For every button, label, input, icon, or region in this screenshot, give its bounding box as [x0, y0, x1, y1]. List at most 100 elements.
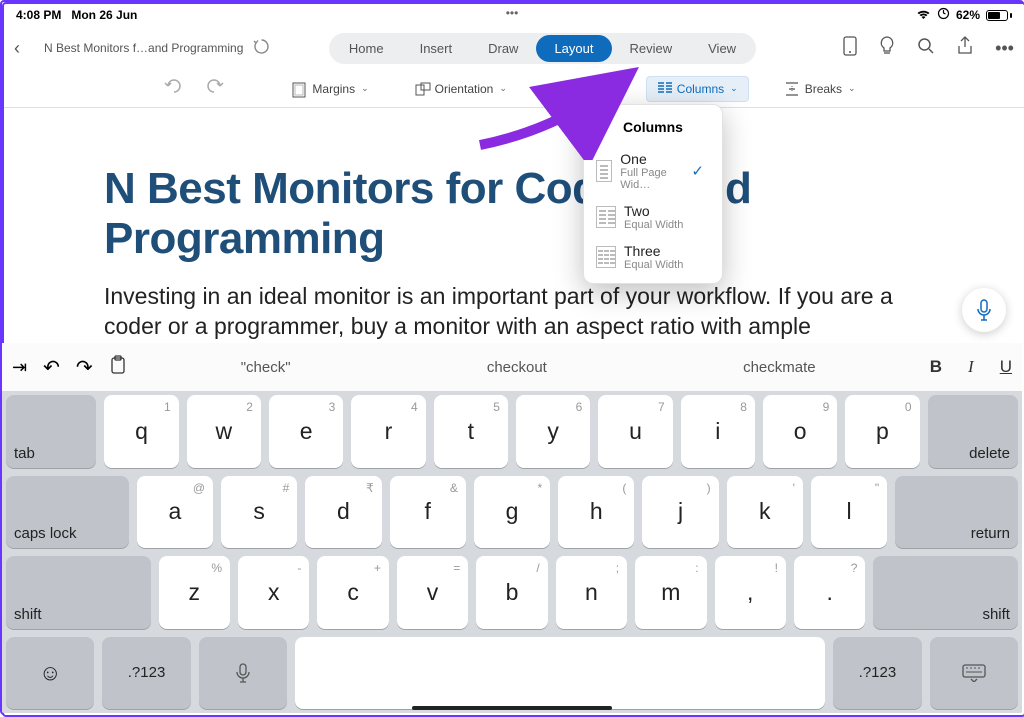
key-y[interactable]: y6 [516, 395, 590, 468]
key-,[interactable]: ,! [715, 556, 786, 629]
key-hide-keyboard[interactable] [930, 637, 1018, 710]
margins-button[interactable]: Margins⌄ [282, 77, 378, 101]
document-heading[interactable]: N Best Monitors for Coding and Programmi… [104, 164, 924, 264]
suggestion-1[interactable]: "check" [241, 359, 291, 376]
key-j[interactable]: j) [642, 476, 718, 549]
share-icon[interactable] [957, 36, 973, 61]
columns-icon [657, 82, 671, 96]
key-o[interactable]: o9 [763, 395, 837, 468]
breaks-label: Breaks [805, 82, 842, 96]
bold-button[interactable]: B [930, 357, 942, 377]
back-button[interactable]: ‹ [14, 38, 34, 59]
key-e[interactable]: e3 [269, 395, 343, 468]
key-d[interactable]: d₹ [305, 476, 381, 549]
columns-button[interactable]: Columns⌄ [646, 76, 749, 102]
keyboard: ⇥ ↶ ↷ "check" checkout checkmate B I U t… [2, 343, 1022, 713]
kbd-indent-icon[interactable]: ⇥ [12, 357, 27, 378]
key-a[interactable]: a@ [137, 476, 213, 549]
status-time: 4:08 PM [16, 8, 61, 22]
battery-icon [986, 10, 1012, 21]
key-l[interactable]: l" [811, 476, 887, 549]
dictation-button[interactable] [962, 288, 1006, 332]
key-numsym-left[interactable]: .?123 [102, 637, 190, 710]
key-t[interactable]: t5 [434, 395, 508, 468]
popup-title: Columns [584, 113, 722, 145]
breaks-icon [785, 82, 799, 96]
size-button[interactable]: Size⌄ [543, 77, 620, 101]
key-s[interactable]: s# [221, 476, 297, 549]
key-u[interactable]: u7 [598, 395, 672, 468]
home-indicator[interactable] [412, 706, 612, 710]
columns-label: Columns [677, 82, 724, 96]
columns-option-one[interactable]: One Full Page Wid… ✓ [584, 145, 722, 197]
key-p[interactable]: p0 [845, 395, 919, 468]
size-label: Size [573, 82, 596, 96]
italic-button[interactable]: I [968, 357, 974, 377]
tab-draw[interactable]: Draw [470, 35, 536, 62]
tab-review[interactable]: Review [612, 35, 691, 62]
undo-icon[interactable] [162, 77, 184, 100]
key-w[interactable]: w2 [187, 395, 261, 468]
two-column-icon [596, 206, 616, 228]
lightbulb-icon[interactable] [879, 36, 895, 61]
wifi-icon [916, 8, 931, 23]
suggestion-2[interactable]: checkout [487, 359, 547, 376]
key-return[interactable]: return [895, 476, 1018, 549]
key-f[interactable]: f& [390, 476, 466, 549]
underline-button[interactable]: U [1000, 357, 1012, 377]
key-x[interactable]: x- [238, 556, 309, 629]
three-sub: Equal Width [624, 259, 683, 271]
breaks-button[interactable]: Breaks⌄ [775, 77, 866, 101]
columns-option-three[interactable]: Three Equal Width [584, 237, 722, 277]
key-z[interactable]: z% [159, 556, 230, 629]
key-.[interactable]: .? [794, 556, 865, 629]
key-k[interactable]: k' [727, 476, 803, 549]
orientation-button[interactable]: Orientation⌄ [405, 77, 517, 101]
tab-layout[interactable]: Layout [536, 35, 611, 62]
key-emoji[interactable]: ☺ [6, 637, 94, 710]
key-shift-left[interactable]: shift [6, 556, 151, 629]
three-column-icon [596, 246, 616, 268]
one-column-icon [596, 160, 612, 182]
kbd-redo-icon[interactable]: ↷ [76, 355, 93, 380]
key-g[interactable]: g* [474, 476, 550, 549]
key-q[interactable]: q1 [104, 395, 178, 468]
key-v[interactable]: v= [397, 556, 468, 629]
suggestion-3[interactable]: checkmate [743, 359, 816, 376]
two-label: Two [624, 203, 683, 219]
key-h[interactable]: h( [558, 476, 634, 549]
search-icon[interactable] [917, 37, 935, 60]
key-b[interactable]: b/ [476, 556, 547, 629]
status-date: Mon 26 Jun [71, 8, 137, 22]
kbd-undo-icon[interactable]: ↶ [43, 355, 60, 380]
key-delete[interactable]: delete [928, 395, 1018, 468]
key-space[interactable] [295, 637, 825, 710]
tab-insert[interactable]: Insert [402, 35, 471, 62]
margins-icon [292, 82, 306, 96]
one-sub: Full Page Wid… [620, 167, 683, 191]
tab-home[interactable]: Home [331, 35, 402, 62]
key-r[interactable]: r4 [351, 395, 425, 468]
tab-view[interactable]: View [690, 35, 754, 62]
redo-icon[interactable] [204, 77, 226, 100]
key-i[interactable]: i8 [681, 395, 755, 468]
key-shift-right[interactable]: shift [873, 556, 1018, 629]
orientation-icon [415, 82, 429, 96]
sync-icon[interactable] [253, 38, 270, 58]
key-n[interactable]: n; [556, 556, 627, 629]
key-c[interactable]: c+ [317, 556, 388, 629]
kbd-clipboard-icon[interactable] [109, 355, 127, 380]
key-tab[interactable]: tab [6, 395, 96, 468]
mobile-view-icon[interactable] [843, 36, 857, 61]
key-mic[interactable] [199, 637, 287, 710]
margins-label: Margins [312, 82, 355, 96]
key-numsym-right[interactable]: .?123 [833, 637, 921, 710]
battery-percent: 62% [956, 8, 980, 22]
key-m[interactable]: m: [635, 556, 706, 629]
orientation-label: Orientation [435, 82, 494, 96]
three-label: Three [624, 243, 683, 259]
document-title[interactable]: N Best Monitors f…and Programming [44, 41, 243, 55]
more-icon[interactable]: ••• [995, 38, 1014, 59]
columns-option-two[interactable]: Two Equal Width [584, 197, 722, 237]
key-capslock[interactable]: caps lock [6, 476, 129, 549]
